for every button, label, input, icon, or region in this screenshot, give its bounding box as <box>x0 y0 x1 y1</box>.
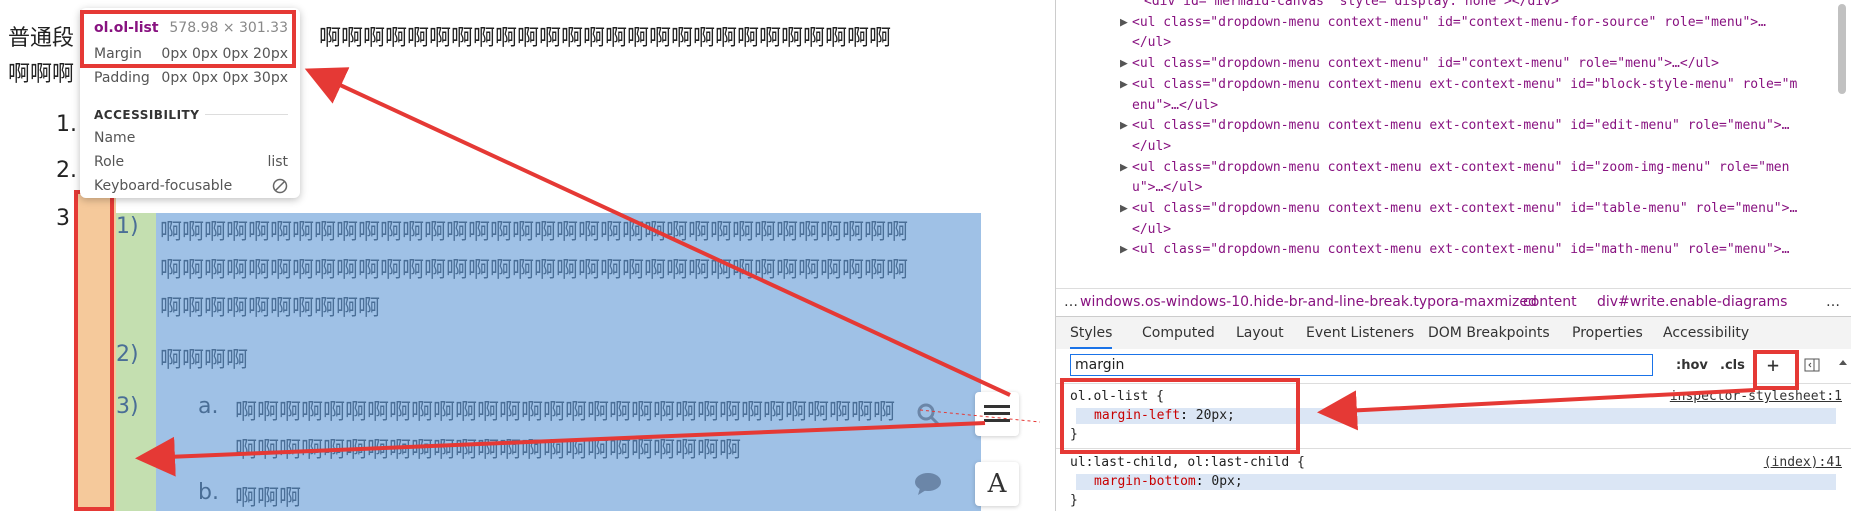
dashed-guide <box>919 409 1041 423</box>
annotation-arrows <box>135 67 1756 477</box>
arrow-to-rule <box>1317 388 1756 431</box>
arrow-to-tooltip <box>304 67 1011 397</box>
arrow-to-margin <box>135 421 986 477</box>
